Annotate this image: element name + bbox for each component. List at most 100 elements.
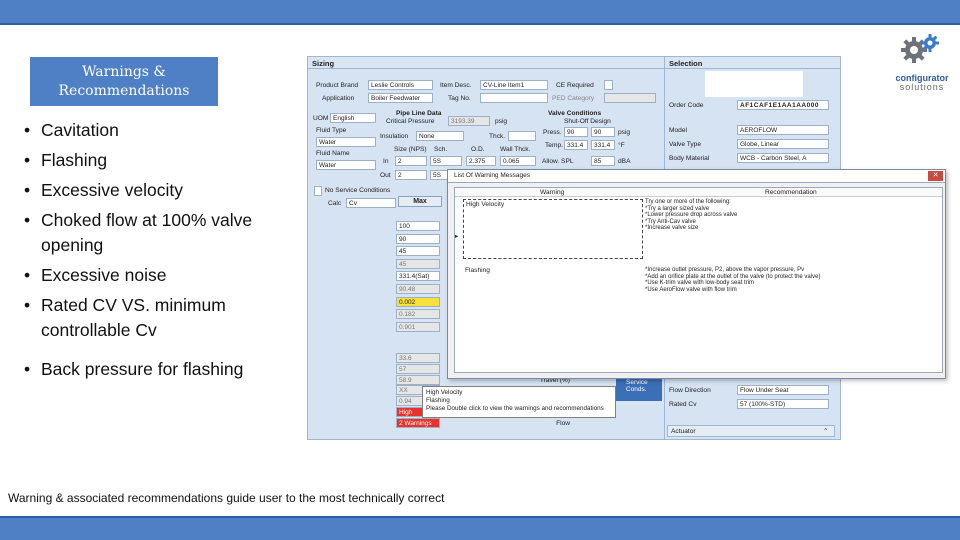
ped-category-select[interactable] bbox=[604, 93, 656, 103]
temp-label: Temp. bbox=[545, 142, 563, 149]
allow-spl-label: Allow. SPL bbox=[542, 158, 574, 165]
row-value[interactable]: 90 bbox=[396, 233, 440, 244]
no-service-conditions-checkbox[interactable] bbox=[314, 186, 322, 196]
uom-select[interactable]: English bbox=[330, 113, 376, 123]
ped-category-label: PED Category bbox=[552, 95, 595, 102]
size-label: Size (NPS) bbox=[394, 146, 427, 153]
max-button[interactable]: Max bbox=[398, 196, 442, 207]
fluid-name-select[interactable]: Water bbox=[316, 160, 376, 170]
close-icon[interactable]: ✕ bbox=[928, 171, 943, 181]
temp-input[interactable]: 331.4 bbox=[564, 140, 588, 150]
row-value: 33.6 bbox=[396, 353, 440, 363]
col-warning: Warning bbox=[540, 189, 565, 196]
press-input[interactable]: 90 bbox=[564, 127, 588, 137]
rated-cv-select[interactable]: 57 (100%-STD) bbox=[737, 399, 829, 409]
flow-direction-select[interactable]: Flow Under Seat bbox=[737, 385, 829, 395]
selection-row-label: Body Material bbox=[669, 155, 710, 162]
thck-input[interactable] bbox=[508, 131, 536, 141]
bullet-item: Choked flow at 100% valve opening bbox=[22, 208, 297, 258]
fluid-name-label: Fluid Name bbox=[316, 150, 350, 157]
top-banner bbox=[0, 0, 960, 25]
row-value[interactable]: 100 bbox=[396, 221, 440, 231]
rated-cv-label: Rated Cv bbox=[669, 401, 697, 408]
allow-spl-unit: dBA bbox=[618, 158, 631, 165]
od-label: O.D. bbox=[471, 146, 485, 153]
recommendation-cell: Try one or more of the following: *Try a… bbox=[645, 199, 935, 249]
service-conds-button[interactable]: Service Conds. bbox=[616, 377, 662, 401]
row-value: 58.9 bbox=[396, 374, 440, 385]
application-select[interactable]: Boiler Feedwater bbox=[368, 93, 433, 103]
slide-caption: Warning & associated recommendations gui… bbox=[8, 491, 445, 505]
bullet-item: Flashing bbox=[22, 148, 297, 173]
product-brand-label: Product Brand bbox=[316, 82, 359, 89]
order-code-field: AF1CAF1E1AA1AA000 bbox=[737, 100, 829, 110]
order-code-label: Order Code bbox=[669, 102, 704, 109]
selection-row-select[interactable]: Globe, Linear bbox=[737, 139, 829, 149]
pipe-line-data-label: Pipe Line Data bbox=[396, 110, 442, 117]
calc-select[interactable]: Cv bbox=[346, 198, 396, 208]
dialog-titlebar: List Of Warning Messages ✕ bbox=[448, 170, 945, 183]
selection-image-area bbox=[705, 71, 803, 97]
warning-text: Flashing bbox=[465, 267, 490, 274]
press-label: Press. bbox=[543, 129, 562, 136]
in-size-select[interactable]: 2 bbox=[395, 156, 427, 166]
collapse-icon[interactable]: ⌃ bbox=[823, 427, 829, 435]
sch-label: Sch. bbox=[434, 146, 448, 153]
logo-sub: solutions bbox=[899, 82, 945, 92]
calc-label: Calc bbox=[328, 200, 342, 207]
press-unit: psig bbox=[618, 129, 631, 136]
selection-row-select[interactable]: WCB - Carbon Steel, A bbox=[737, 153, 829, 163]
bullet-item: Excessive velocity bbox=[22, 178, 297, 203]
shutoff-press-input[interactable]: 90 bbox=[591, 127, 615, 137]
table-row[interactable]: High Velocity bbox=[463, 199, 643, 259]
actuator-section[interactable]: Actuator ⌃ bbox=[667, 425, 835, 437]
row-value[interactable]: 331.4(Sat) bbox=[396, 271, 440, 282]
row-value[interactable]: 45 bbox=[396, 246, 440, 257]
shutoff-temp-input[interactable]: 331.4 bbox=[591, 140, 615, 150]
critical-pressure-unit: psig bbox=[495, 118, 508, 125]
row-value: 57 bbox=[396, 363, 440, 374]
shutoff-design-label: Shut-Off Design bbox=[564, 118, 611, 125]
row-value: 0.182 bbox=[396, 309, 440, 320]
bullet-item: Rated CV VS. minimum controllable Cv bbox=[22, 293, 297, 343]
in-sch-select[interactable]: 5S bbox=[430, 156, 462, 166]
tooltip-line: Flashing bbox=[426, 397, 450, 404]
ce-required-label: CE Required bbox=[556, 82, 594, 89]
tab-sizing[interactable]: Sizing bbox=[308, 57, 664, 69]
selection-row-select[interactable]: AEROFLOW bbox=[737, 125, 829, 135]
recommendation-cell: *Increase outlet pressure, P2, above the… bbox=[645, 267, 940, 307]
application-label: Application bbox=[322, 95, 355, 102]
wall-thck-label: Wall Thck. bbox=[500, 146, 531, 153]
temp-unit: °F bbox=[618, 142, 625, 149]
fluid-type-select[interactable]: Water bbox=[316, 137, 376, 147]
critical-pressure-field: 3193.39 bbox=[448, 116, 490, 126]
no-service-conditions-label: No Service Conditions bbox=[325, 187, 391, 194]
warning-tooltip: High Velocity Flashing Please Double cli… bbox=[422, 386, 616, 418]
product-brand-select[interactable]: Leslie Controls bbox=[368, 80, 433, 90]
row-value[interactable]: 2 Warnings bbox=[396, 417, 440, 428]
insulation-select[interactable]: None bbox=[416, 131, 464, 141]
tab-selection-label: Selection bbox=[669, 59, 703, 68]
row-value: 90.48 bbox=[396, 284, 440, 294]
out-size-select[interactable]: 2 bbox=[395, 170, 427, 180]
allow-spl-input[interactable]: 85 bbox=[591, 156, 615, 166]
bottom-banner bbox=[0, 516, 960, 540]
rec-line: *Use AeroFlow valve with flow trim bbox=[645, 286, 737, 293]
bullet-item: Excessive noise bbox=[22, 263, 297, 288]
tag-no-input[interactable] bbox=[480, 93, 548, 103]
out-label: Out bbox=[380, 172, 391, 179]
grid-header: Warning Recommendation bbox=[455, 188, 942, 197]
thck-label: Thck. bbox=[489, 133, 506, 140]
row-value: 0.901 bbox=[396, 321, 440, 332]
selection-row-label: Valve Type bbox=[669, 141, 702, 148]
col-recommendation: Recommendation bbox=[765, 189, 817, 196]
row-value[interactable]: 0.002 bbox=[396, 296, 440, 307]
bullet-item: Back pressure for flashing bbox=[22, 357, 297, 382]
in-label: In bbox=[383, 158, 389, 165]
row-value: 45 bbox=[396, 258, 440, 269]
item-desc-input[interactable]: CV-Line Item1 bbox=[480, 80, 548, 90]
tab-selection[interactable]: Selection bbox=[665, 57, 840, 69]
actuator-label: Actuator bbox=[671, 428, 696, 435]
ce-required-checkbox[interactable] bbox=[604, 80, 613, 90]
valve-conditions-label: Valve Conditions bbox=[548, 110, 602, 117]
